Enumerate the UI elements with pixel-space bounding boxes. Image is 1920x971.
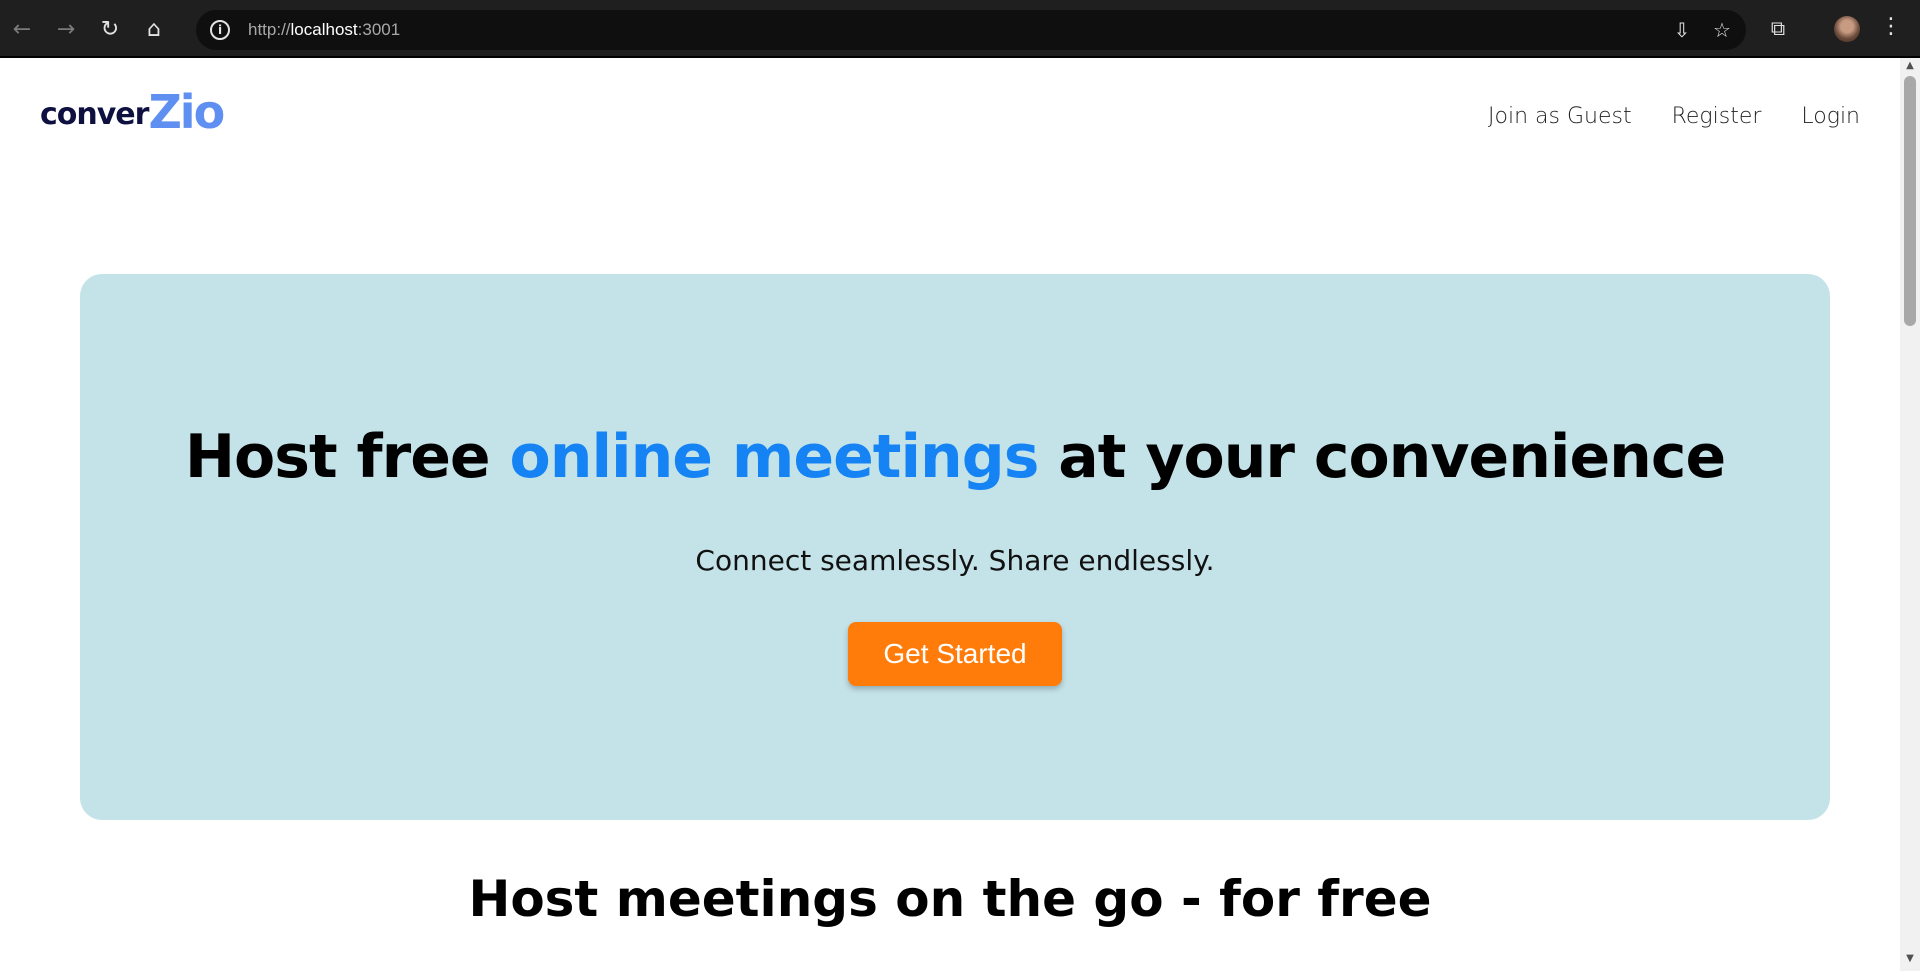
scroll-up-icon[interactable]: ▲ <box>1900 60 1920 76</box>
page-viewport: conver Zio Join as Guest Register Login … <box>0 58 1900 971</box>
hero-tagline: Connect seamlessly. Share endlessly. <box>695 544 1215 577</box>
nav-join-as-guest[interactable]: Join as Guest <box>1488 104 1632 129</box>
url-port: :3001 <box>357 20 401 39</box>
forward-button[interactable]: → <box>44 0 88 58</box>
site-logo[interactable]: conver Zio <box>40 85 225 139</box>
home-button[interactable]: ⌂ <box>132 0 176 58</box>
url-text[interactable]: http://localhost:3001 <box>248 20 400 40</box>
scroll-down-icon[interactable]: ▼ <box>1900 953 1920 969</box>
hero-headline: Host free online meetings at your conven… <box>80 422 1830 492</box>
logo-text-zio: Zio <box>148 85 225 139</box>
reload-icon: ↻ <box>100 16 120 42</box>
browser-menu-icon[interactable]: ⋮ <box>1880 14 1902 39</box>
forward-arrow-icon: → <box>56 16 76 42</box>
section-title: Host meetings on the go - for free <box>468 870 1432 928</box>
browser-toolbar: ← → ↻ ⌂ i http://localhost:3001 ⇩ ☆ ⧉ ⋮ <box>0 0 1920 58</box>
bookmark-star-icon[interactable]: ☆ <box>1710 18 1734 42</box>
home-icon: ⌂ <box>147 16 161 42</box>
back-button[interactable]: ← <box>0 0 44 58</box>
top-navigation: Join as Guest Register Login <box>1488 104 1860 129</box>
back-arrow-icon: ← <box>12 16 32 42</box>
extensions-icon[interactable]: ⧉ <box>1766 16 1790 40</box>
hero-banner: Host free online meetings at your conven… <box>80 274 1830 820</box>
address-bar[interactable]: i http://localhost:3001 ⇩ ☆ <box>196 10 1746 50</box>
scrollbar-thumb[interactable] <box>1904 76 1916 326</box>
get-started-button[interactable]: Get Started <box>848 622 1062 686</box>
profile-avatar[interactable] <box>1834 16 1860 42</box>
url-host: localhost <box>290 20 358 39</box>
site-info-icon[interactable]: i <box>210 20 230 40</box>
url-scheme: http:// <box>248 20 291 39</box>
install-app-icon[interactable]: ⇩ <box>1670 18 1694 42</box>
logo-text-conver: conver <box>40 97 149 132</box>
nav-login[interactable]: Login <box>1801 104 1860 129</box>
page-scrollbar[interactable]: ▲ ▼ <box>1900 58 1920 971</box>
reload-button[interactable]: ↻ <box>88 0 132 58</box>
headline-accent: online meetings <box>509 422 1040 492</box>
headline-prefix: Host free <box>184 422 510 492</box>
headline-suffix: at your convenience <box>1038 422 1726 492</box>
nav-register[interactable]: Register <box>1672 104 1762 129</box>
